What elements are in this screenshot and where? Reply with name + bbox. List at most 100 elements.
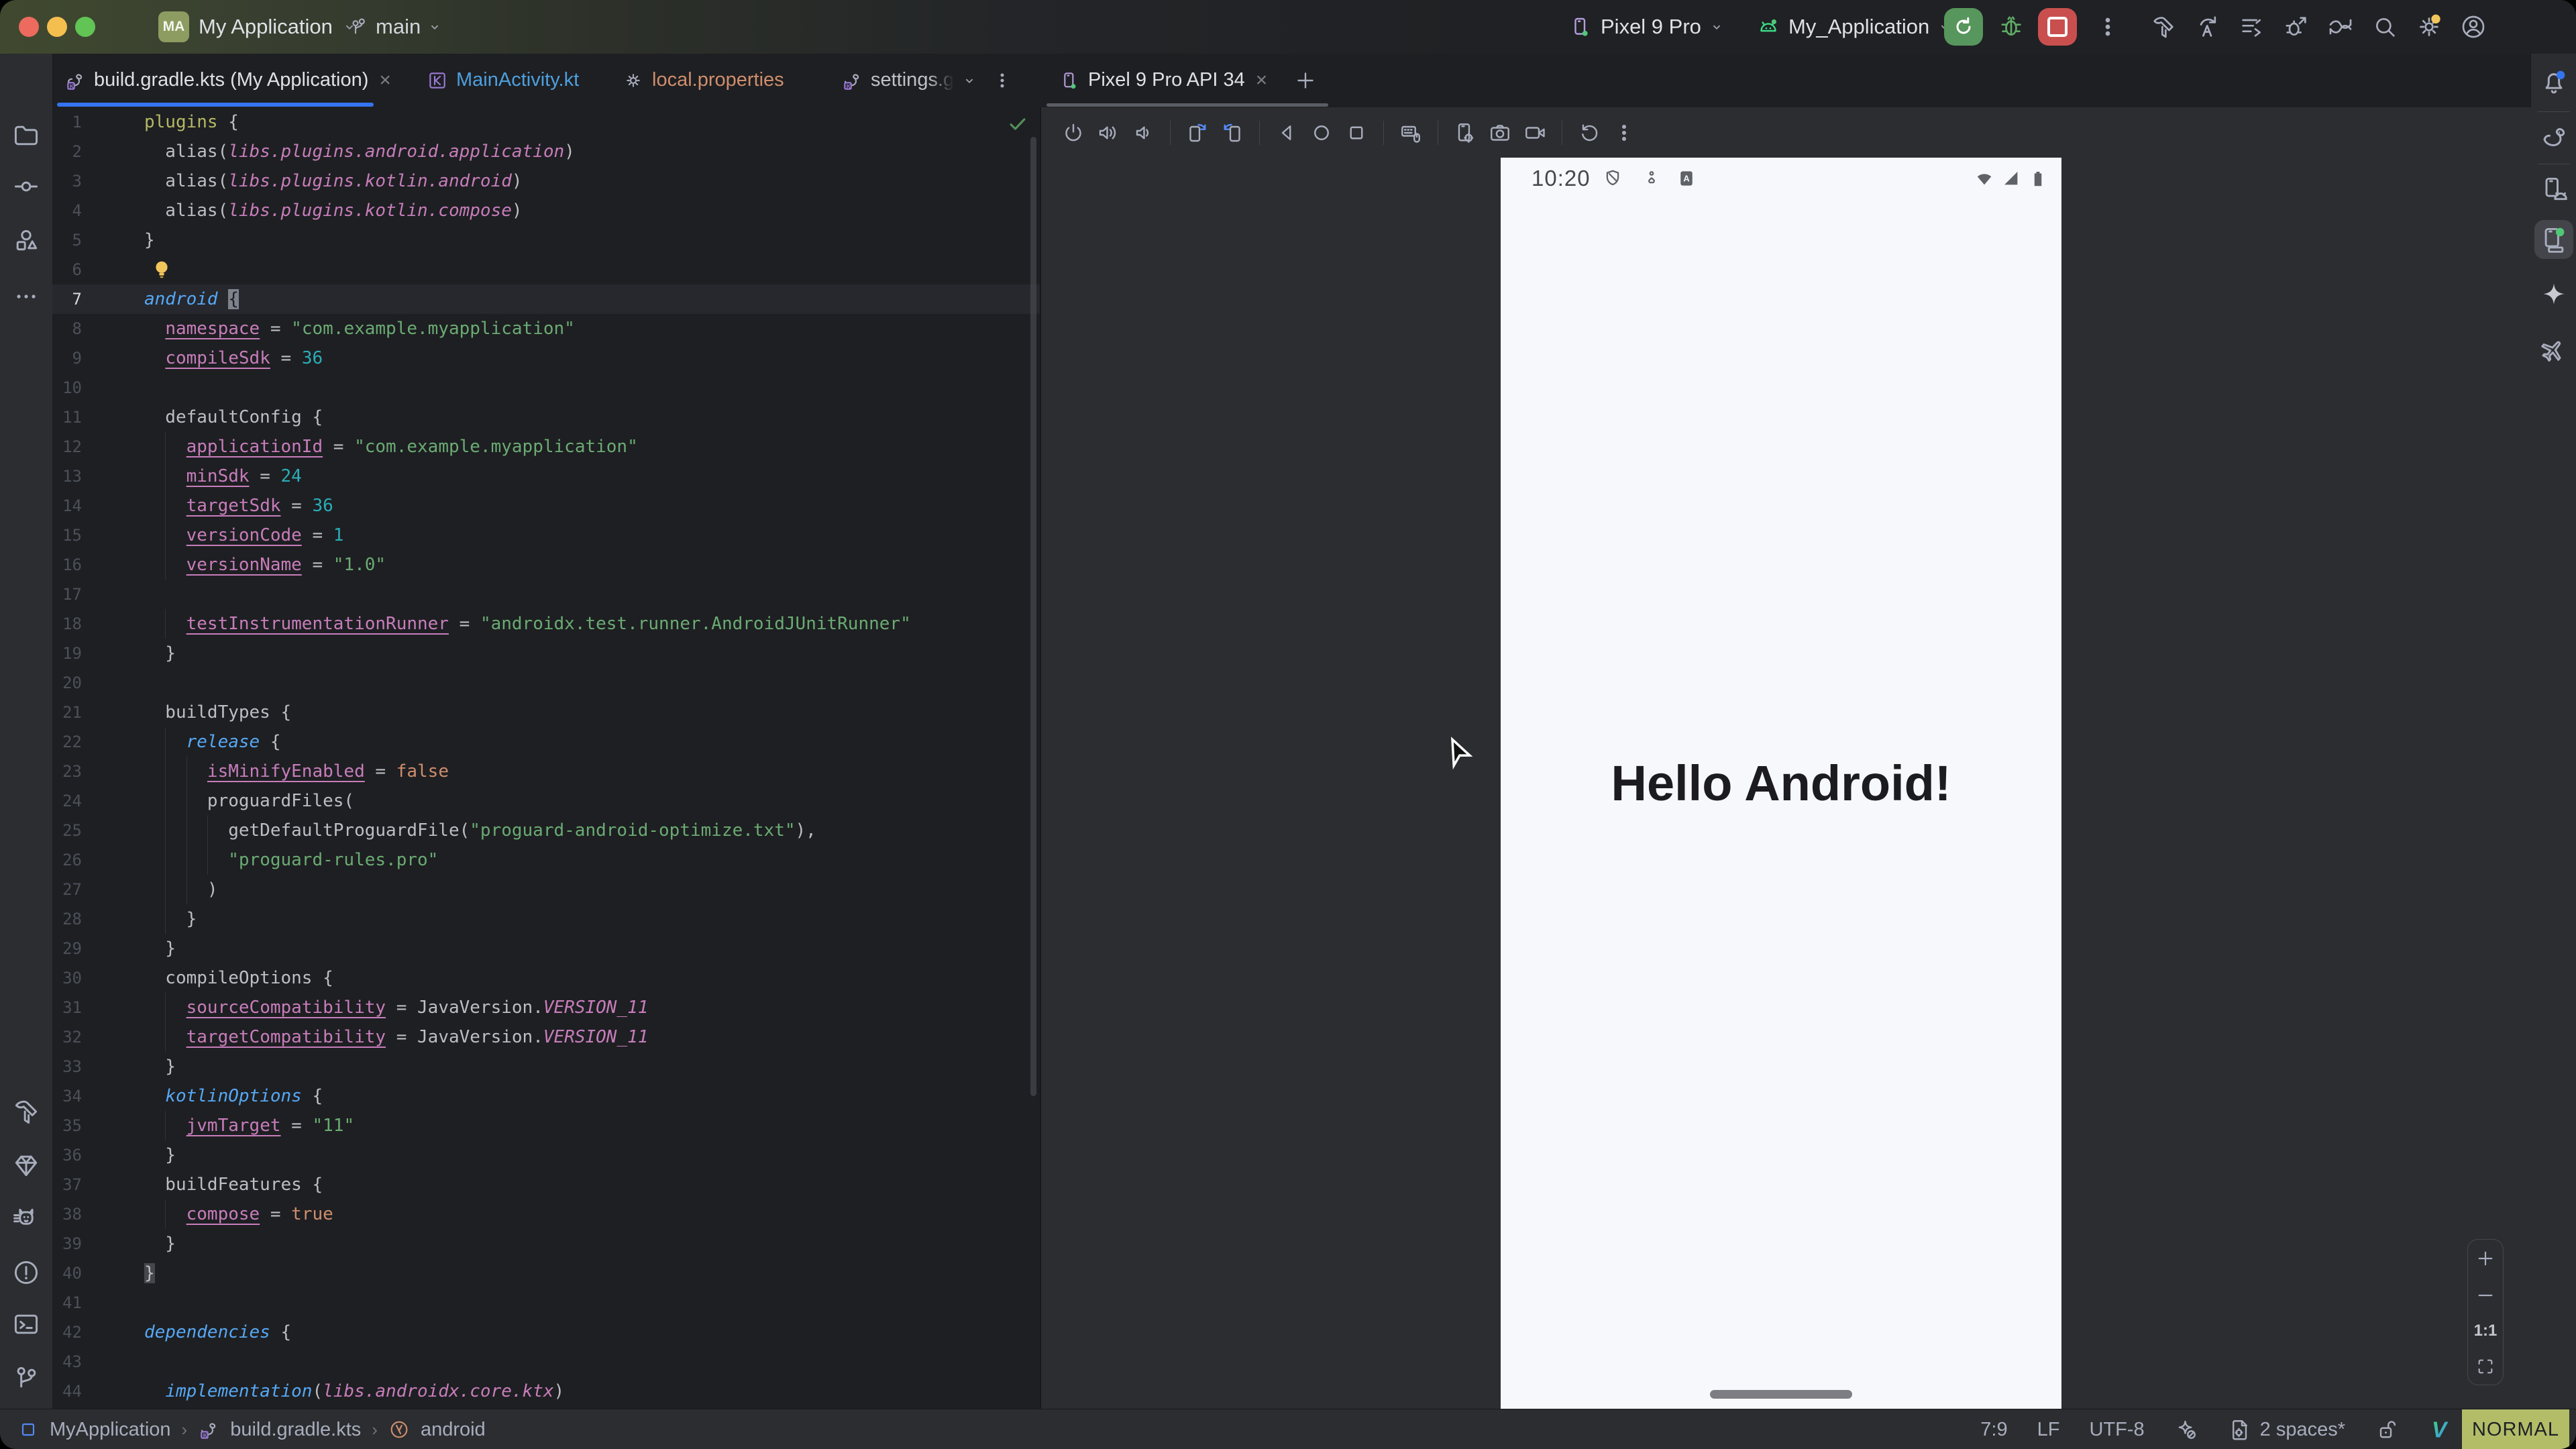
tab-settings-gradle[interactable]: K settings.g (829, 54, 1025, 107)
tab-local-properties[interactable]: local.properties (610, 54, 796, 107)
commit-icon[interactable] (11, 172, 41, 201)
zoom-in-icon[interactable] (2475, 1248, 2496, 1269)
close-icon[interactable]: × (1253, 69, 1268, 92)
indent-widget[interactable]: 2 spaces* (2228, 1417, 2345, 1442)
tab-options-kebab-icon[interactable] (991, 70, 1013, 91)
code-line[interactable]: 40} (52, 1258, 1040, 1288)
code-line[interactable]: 37 buildFeatures { (52, 1170, 1040, 1199)
window-zoom-button[interactable] (75, 17, 95, 37)
notifications-bell-icon[interactable] (2539, 67, 2569, 97)
project-widget[interactable]: MA My Application (158, 11, 357, 43)
code-line[interactable]: 16 versionName = "1.0" (52, 550, 1040, 580)
code-line[interactable]: 33 } (52, 1052, 1040, 1081)
problems-icon[interactable] (11, 1258, 41, 1287)
code-line[interactable]: 1plugins { (52, 107, 1040, 137)
zoom-fit-icon[interactable] (2475, 1356, 2496, 1377)
resource-manager-icon[interactable] (11, 225, 41, 255)
code-line[interactable]: 6 (52, 255, 1040, 284)
code-line[interactable]: 24 proguardFiles( (52, 786, 1040, 816)
code-line[interactable]: 15 versionCode = 1 (52, 521, 1040, 550)
search-icon[interactable] (2371, 13, 2398, 40)
code-line[interactable]: 25 getDefaultProguardFile("proguard-andr… (52, 816, 1040, 845)
screen-record-icon[interactable] (1523, 121, 1547, 145)
code-line[interactable]: 30 compileOptions { (52, 963, 1040, 993)
code-line[interactable]: 5} (52, 225, 1040, 255)
line-ending[interactable]: LF (2037, 1419, 2060, 1441)
code-line[interactable]: 8 namespace = "com.example.myapplication… (52, 314, 1040, 343)
more-tool-windows-icon[interactable] (11, 282, 41, 311)
code-line[interactable]: 28 } (52, 904, 1040, 934)
code-line[interactable]: 36 } (52, 1140, 1040, 1170)
zoom-ratio-label[interactable]: 1:1 (2474, 1322, 2498, 1340)
build-hammer-icon[interactable] (11, 1097, 41, 1126)
reset-view-icon[interactable] (1577, 121, 1601, 145)
code-line[interactable]: 31 sourceCompatibility = JavaVersion.VER… (52, 993, 1040, 1022)
tab-device-pixel9pro[interactable]: Pixel 9 Pro API 34 × (1046, 54, 1279, 107)
settings-icon[interactable] (2416, 13, 2443, 40)
code-line[interactable]: 12 applicationId = "com.example.myapplic… (52, 432, 1040, 462)
code-line[interactable]: 39 } (52, 1229, 1040, 1258)
close-icon[interactable]: × (376, 69, 391, 92)
code-line[interactable]: 35 jvmTarget = "11" (52, 1111, 1040, 1140)
code-line[interactable]: 14 targetSdk = 36 (52, 491, 1040, 521)
vim-mode-badge[interactable]: NORMAL (2462, 1409, 2569, 1449)
lock-open-icon[interactable] (2375, 1417, 2399, 1442)
code-line[interactable]: 32 targetCompatibility = JavaVersion.VER… (52, 1022, 1040, 1052)
lightbulb-icon[interactable] (152, 259, 172, 280)
rerun-button[interactable] (1944, 8, 1983, 46)
ai-assistant-off-icon[interactable] (2174, 1417, 2198, 1442)
build-icon[interactable] (2150, 13, 2177, 40)
code-line[interactable]: 3 alias(libs.plugins.kotlin.android) (52, 166, 1040, 196)
app-quality-insights-gem-icon[interactable] (11, 1150, 41, 1180)
hardware-input-icon[interactable] (1399, 121, 1423, 145)
breadcrumb-item[interactable]: MyApplication (50, 1419, 171, 1441)
gesture-nav-handle[interactable] (1710, 1390, 1852, 1399)
editor-scrollbar[interactable] (1030, 137, 1036, 1096)
code-line[interactable]: 38 compose = true (52, 1199, 1040, 1229)
tab-mainactivity[interactable]: MainActivity.kt (415, 54, 591, 107)
android-back-icon[interactable] (1275, 121, 1299, 145)
inspections-ok-icon[interactable] (1006, 113, 1029, 136)
code-line[interactable]: 7android { (52, 284, 1040, 314)
terminal-icon[interactable] (11, 1309, 41, 1339)
gradle-elephant-icon[interactable] (2539, 122, 2569, 152)
attach-debugger-icon[interactable] (2283, 13, 2310, 40)
code-line[interactable]: 34 kotlinOptions { (52, 1081, 1040, 1111)
code-line[interactable]: 18 testInstrumentationRunner = "androidx… (52, 609, 1040, 639)
screenshot-camera-icon[interactable] (1488, 121, 1512, 145)
code-editor[interactable]: 1plugins {2 alias(libs.plugins.android.a… (52, 107, 1040, 1409)
gradle-sync-icon[interactable] (2327, 13, 2354, 40)
code-line[interactable]: 44 implementation(libs.androidx.core.ktx… (52, 1377, 1040, 1406)
volume-down-icon[interactable] (1131, 121, 1155, 145)
code-line[interactable]: 21 buildTypes { (52, 698, 1040, 727)
add-device-tab-button[interactable] (1281, 54, 1330, 107)
device-manager-icon[interactable] (2539, 174, 2569, 204)
code-line[interactable]: 29 } (52, 934, 1040, 963)
ideavim-icon[interactable]: V (2428, 1416, 2455, 1443)
code-line[interactable]: 42dependencies { (52, 1318, 1040, 1347)
airplane-icon[interactable] (2539, 334, 2569, 364)
device-settings-icon[interactable] (1453, 121, 1477, 145)
volume-up-icon[interactable] (1096, 121, 1120, 145)
debug-button[interactable] (1998, 13, 2025, 44)
window-minimize-button[interactable] (47, 17, 67, 37)
code-line[interactable]: 20 (52, 668, 1040, 698)
profiler-icon[interactable] (2239, 13, 2265, 40)
android-overview-icon[interactable] (1344, 121, 1368, 145)
version-control-icon[interactable] (11, 1363, 41, 1393)
device-screen[interactable]: 10:20 A (1501, 158, 2061, 1409)
window-close-button[interactable] (19, 17, 39, 37)
code-line[interactable]: 19 } (52, 639, 1040, 668)
code-line[interactable]: 27 ) (52, 875, 1040, 904)
code-line[interactable]: 11 defaultConfig { (52, 402, 1040, 432)
power-icon[interactable] (1061, 121, 1085, 145)
gemini-sparkle-icon[interactable] (2539, 280, 2569, 310)
code-line[interactable]: 2 alias(libs.plugins.android.application… (52, 137, 1040, 166)
code-line[interactable]: 13 minSdk = 24 (52, 462, 1040, 491)
caret-position[interactable]: 7:9 (1980, 1419, 2007, 1441)
android-home-icon[interactable] (1309, 121, 1334, 145)
code-line[interactable]: 4 alias(libs.plugins.kotlin.compose) (52, 196, 1040, 225)
code-line[interactable]: 17 (52, 580, 1040, 609)
code-line[interactable]: 26 "proguard-rules.pro" (52, 845, 1040, 875)
run-configuration-selector[interactable]: My_Application (1756, 0, 1952, 54)
